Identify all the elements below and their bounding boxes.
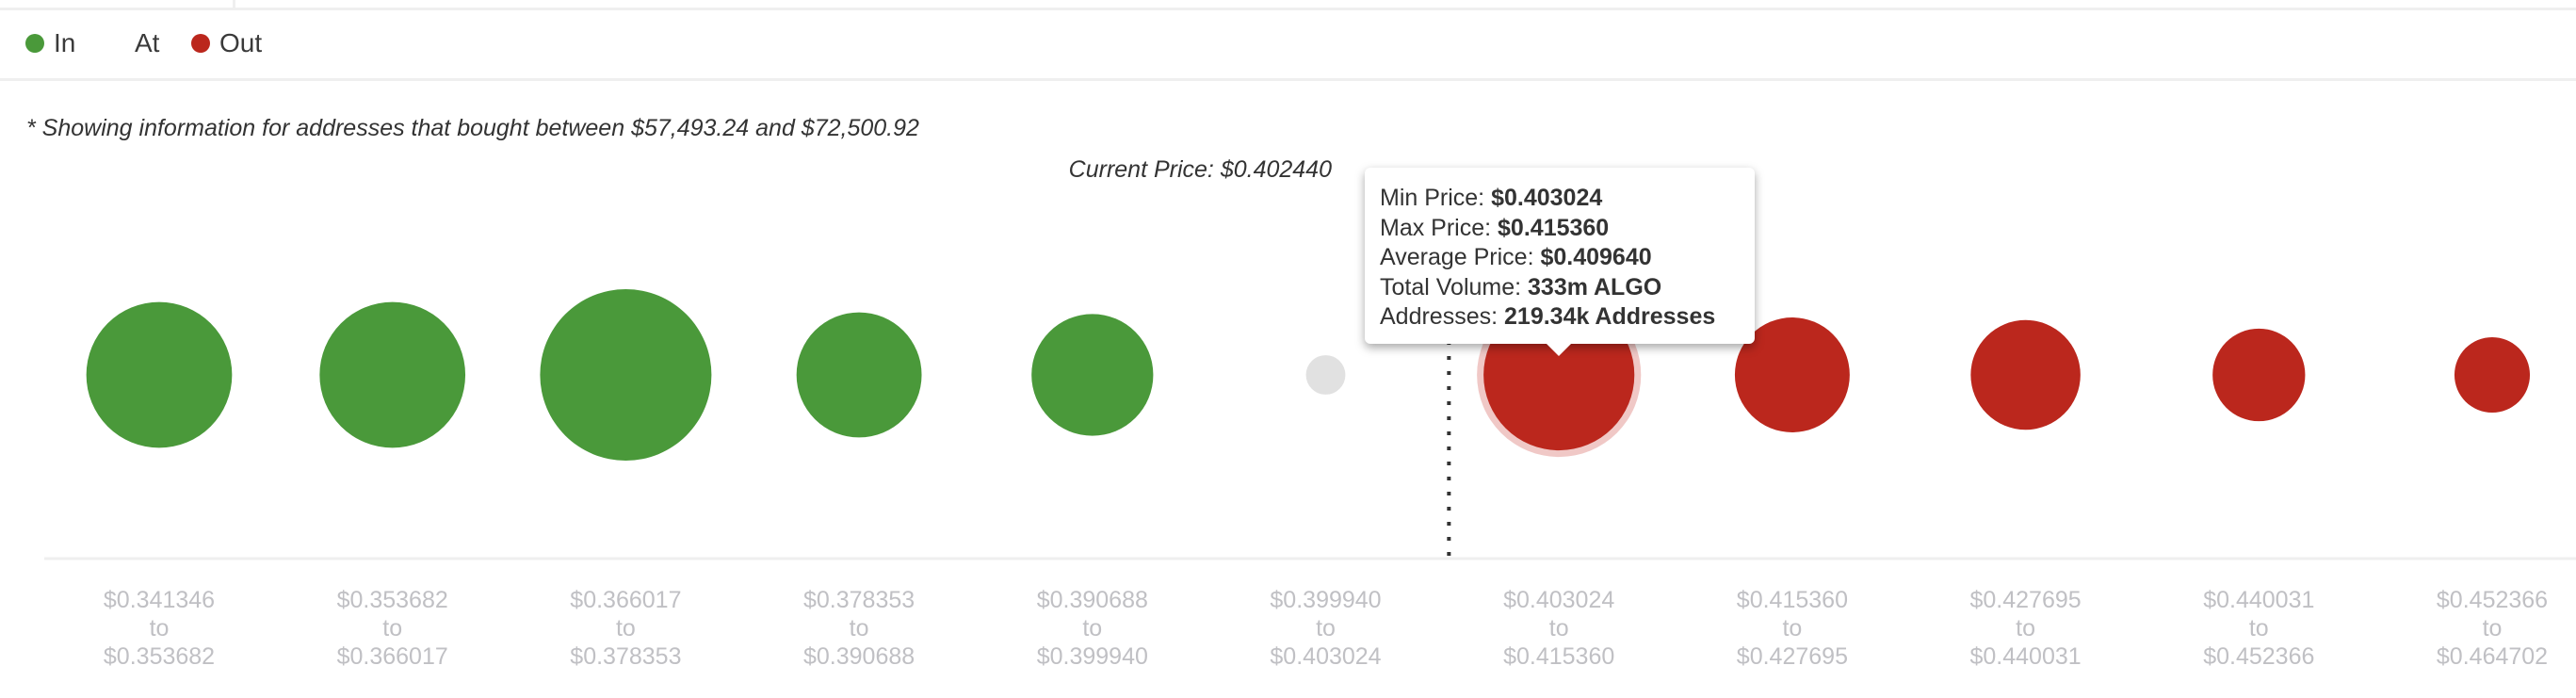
x-tick-label: $0.341346 to $0.353682	[56, 586, 263, 671]
tooltip-average-price-value: $0.409640	[1540, 244, 1652, 270]
x-tick-to-word: to	[1082, 615, 1103, 641]
x-tick-from: $0.403024	[1503, 587, 1615, 613]
tooltip-addresses-value: 219.34k Addresses	[1504, 303, 1716, 330]
x-tick-to-word: to	[2016, 615, 2036, 641]
x-tick-from: $0.440031	[2203, 587, 2315, 613]
x-tick-to: $0.353682	[103, 643, 216, 670]
x-tick-from: $0.399940	[1270, 587, 1382, 613]
bubble-in-1[interactable]	[319, 301, 466, 448]
bubble-tooltip: Min Price: $0.403024 Max Price: $0.41536…	[1365, 168, 1755, 356]
x-tick-label: $0.403024 to $0.415360	[1455, 586, 1662, 671]
x-tick-to-word: to	[382, 615, 403, 641]
x-tick-to-word: to	[149, 615, 170, 641]
bubble-at-5[interactable]	[1305, 355, 1346, 395]
x-tick-from: $0.378353	[803, 587, 915, 613]
x-tick-to-word: to	[2248, 615, 2269, 641]
x-tick-to-word: to	[2482, 615, 2503, 641]
tooltip-row-min-price: Min Price: $0.403024	[1380, 185, 1603, 211]
x-tick-label: $0.452366 to $0.464702	[2389, 586, 2576, 671]
x-tick-from: $0.366017	[570, 587, 682, 613]
x-tick-from: $0.427695	[1969, 587, 2082, 613]
x-tick-label: $0.378353 to $0.390688	[755, 586, 963, 671]
x-tick-to: $0.399940	[1036, 643, 1148, 670]
x-tick-to: $0.464702	[2436, 643, 2549, 670]
x-tick-label: $0.440031 to $0.452366	[2155, 586, 2362, 671]
bubble-out-8[interactable]	[1970, 319, 2081, 430]
x-tick-label: $0.353682 to $0.366017	[289, 586, 496, 671]
x-tick-to-word: to	[849, 615, 869, 641]
x-tick-to: $0.403024	[1270, 643, 1382, 670]
x-tick-from: $0.390688	[1036, 587, 1148, 613]
x-tick-from: $0.415360	[1736, 587, 1848, 613]
x-tick-to-word: to	[1316, 615, 1336, 641]
tooltip-row-total-volume: Total Volume: 333m ALGO	[1380, 273, 1662, 300]
bubble-out-10[interactable]	[2454, 336, 2531, 414]
x-tick-label: $0.427695 to $0.440031	[1922, 586, 2130, 671]
tooltip-max-price-value: $0.415360	[1498, 214, 1610, 241]
bubble-out-9[interactable]	[2212, 328, 2306, 422]
x-tick-to: $0.378353	[570, 643, 682, 670]
tooltip-min-price-value: $0.403024	[1491, 185, 1603, 211]
x-tick-to: $0.452366	[2203, 643, 2315, 670]
tooltip-row-max-price: Max Price: $0.415360	[1380, 214, 1610, 241]
tooltip-total-volume-value: 333m ALGO	[1528, 273, 1662, 300]
x-tick-to: $0.427695	[1736, 643, 1848, 670]
tooltip-row-average-price: Average Price: $0.409640	[1380, 244, 1652, 270]
x-tick-from: $0.341346	[103, 587, 216, 613]
x-tick-to: $0.366017	[336, 643, 448, 670]
bubble-in-0[interactable]	[86, 301, 233, 448]
x-tick-to: $0.440031	[1969, 643, 2082, 670]
x-tick-from: $0.353682	[336, 587, 448, 613]
x-tick-to-word: to	[1548, 615, 1569, 641]
x-tick-to: $0.390688	[803, 643, 915, 670]
bubble-in-4[interactable]	[1031, 314, 1154, 436]
x-tick-label: $0.399940 to $0.403024	[1223, 586, 1430, 671]
x-tick-label: $0.390688 to $0.399940	[989, 586, 1196, 671]
x-tick-to-word: to	[615, 615, 636, 641]
tooltip-row-addresses: Addresses: 219.34k Addresses	[1380, 303, 1716, 330]
tooltip-pointer	[1547, 344, 1571, 356]
bubble-in-3[interactable]	[796, 312, 922, 438]
x-tick-label: $0.415360 to $0.427695	[1689, 586, 1896, 671]
x-tick-to-word: to	[1782, 615, 1803, 641]
x-tick-to: $0.415360	[1503, 643, 1615, 670]
x-tick-label: $0.366017 to $0.378353	[522, 586, 729, 671]
current-price-label: Current Price: $0.402440	[1068, 156, 1332, 183]
x-tick-from: $0.452366	[2436, 587, 2549, 613]
bubble-in-2[interactable]	[540, 289, 712, 461]
